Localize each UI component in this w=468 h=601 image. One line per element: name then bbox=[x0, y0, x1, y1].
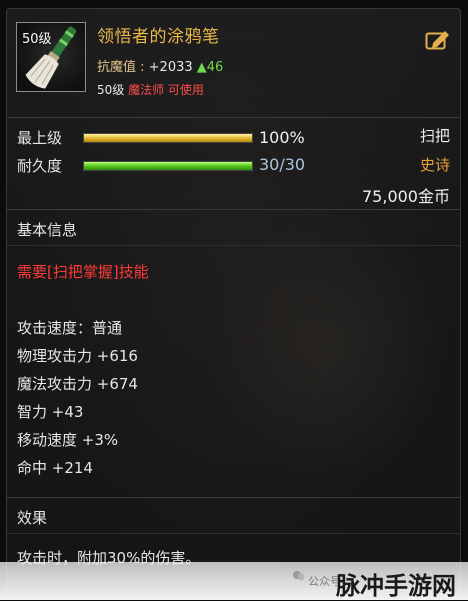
durability-bar bbox=[83, 161, 253, 171]
attack-line: 抗魔值 : +2033 ▲46 bbox=[97, 56, 223, 75]
upgrade-bar-fill bbox=[84, 134, 252, 142]
item-name: 领悟者的涂鸦笔 bbox=[97, 27, 220, 47]
durability-label: 耐久度 bbox=[17, 157, 63, 175]
basic-info-title: 基本信息 bbox=[17, 221, 78, 239]
effect-title: 效果 bbox=[17, 509, 48, 527]
upgrade-label: 最上级 bbox=[17, 129, 63, 147]
attack-value: +2033 bbox=[148, 60, 193, 75]
edit-icon[interactable] bbox=[425, 29, 451, 51]
divider bbox=[7, 245, 460, 246]
required-class: 魔法师 可使用 bbox=[128, 83, 204, 97]
durability-text: 30/30 bbox=[259, 155, 306, 174]
divider bbox=[7, 533, 460, 534]
required-level: 50级 bbox=[97, 83, 125, 97]
stat-magic-attack: 魔法攻击力 +674 bbox=[17, 375, 138, 393]
durability-bar-fill bbox=[84, 162, 252, 170]
stat-move-speed: 移动速度 +3% bbox=[17, 431, 119, 449]
item-tooltip: 50级 领悟者的涂鸦笔 抗魔值 : +2033 ▲46 50级 魔法师 可使用 … bbox=[6, 8, 461, 594]
watermark-site-name: 脉冲手游网 bbox=[336, 572, 456, 600]
wechat-icon bbox=[293, 571, 305, 581]
rarity: 史诗 bbox=[419, 156, 450, 174]
attack-label: 抗魔值 : bbox=[97, 60, 145, 75]
skill-requirement: 需要[扫把掌握]技能 bbox=[17, 263, 149, 281]
stat-intelligence: 智力 +43 bbox=[17, 403, 84, 421]
item-icon-frame[interactable]: 50级 bbox=[16, 22, 86, 92]
divider bbox=[7, 117, 460, 118]
stat-attack-speed: 攻击速度：普通 bbox=[17, 319, 123, 337]
item-level-badge: 50级 bbox=[22, 32, 52, 47]
price: 75,000金币 bbox=[362, 187, 450, 206]
background-art bbox=[197, 199, 457, 499]
attack-increase: ▲46 bbox=[196, 60, 224, 75]
stat-physical-attack: 物理攻击力 +616 bbox=[17, 347, 138, 365]
upgrade-percent: 100% bbox=[259, 128, 305, 147]
divider bbox=[7, 497, 460, 498]
stat-hit: 命中 +214 bbox=[17, 459, 93, 477]
item-type: 扫把 bbox=[419, 127, 450, 145]
upgrade-bar bbox=[83, 133, 253, 143]
divider bbox=[7, 209, 460, 210]
requirement-line: 50级 魔法师 可使用 bbox=[97, 81, 204, 98]
